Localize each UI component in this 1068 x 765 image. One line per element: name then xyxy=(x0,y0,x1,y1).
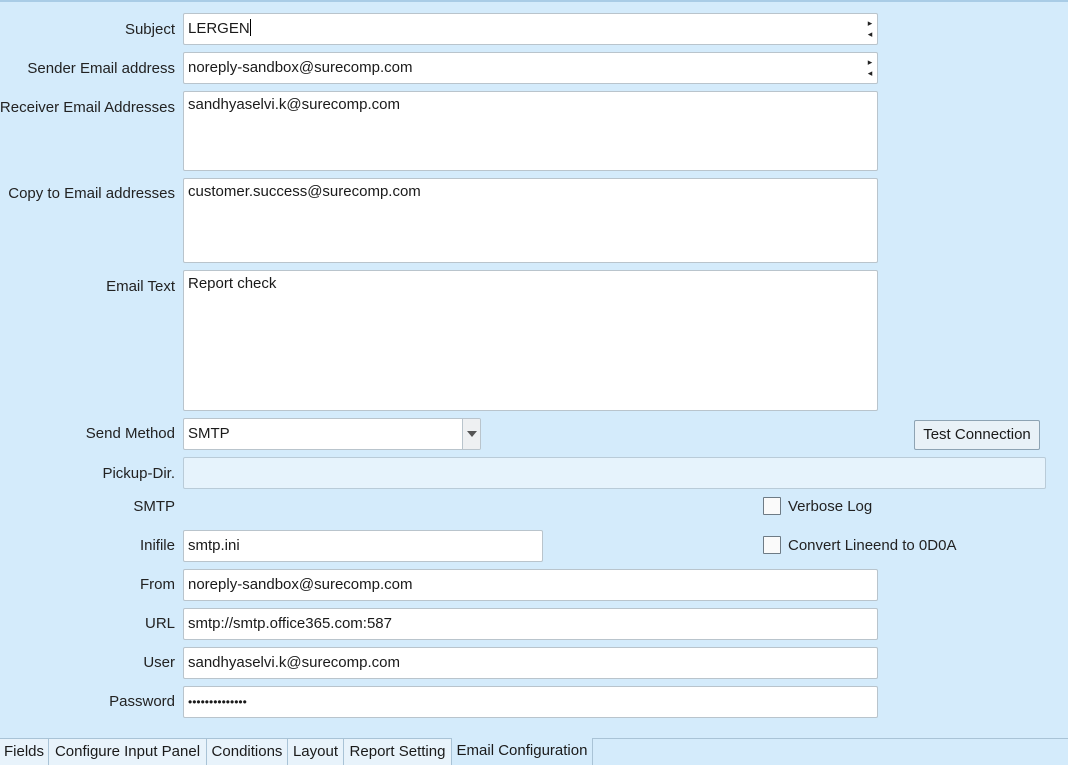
pickup-dir-label: Pickup-Dir. xyxy=(102,465,175,482)
tab-report-setting[interactable]: Report Setting xyxy=(344,739,452,765)
text-cursor xyxy=(249,19,251,36)
email-text-textarea[interactable]: Report check xyxy=(183,270,878,411)
verbose-log-label: Verbose Log xyxy=(788,498,873,515)
receiver-email-textarea[interactable]: sandhyaselvi.k@surecomp.com xyxy=(183,91,878,171)
tab-bar: Fields Configure Input Panel Conditions … xyxy=(0,738,1068,765)
receiver-label: Receiver Email Addresses xyxy=(0,99,175,116)
subject-value: LERGEN xyxy=(188,20,250,37)
tab-email-configuration[interactable]: Email Configuration xyxy=(452,738,593,765)
tab-conditions[interactable]: Conditions xyxy=(207,739,288,765)
chevron-down-icon xyxy=(466,431,477,437)
tab-configure-input-panel[interactable]: Configure Input Panel xyxy=(49,739,207,765)
sender-email-input[interactable]: noreply-sandbox@surecomp.com ▸ ◂ xyxy=(183,52,878,84)
send-method-select[interactable]: SMTP xyxy=(183,418,481,450)
tab-fields[interactable]: Fields xyxy=(0,739,49,765)
send-method-label: Send Method xyxy=(85,425,175,442)
tab-layout[interactable]: Layout xyxy=(288,739,344,765)
sender-label: Sender Email address xyxy=(27,60,175,77)
test-connection-button[interactable]: Test Connection xyxy=(914,420,1040,450)
url-label: URL xyxy=(144,615,175,632)
field-nav-icon[interactable]: ▸ ◂ xyxy=(864,57,876,81)
subject-label: Subject xyxy=(124,21,175,38)
user-label: User xyxy=(143,654,175,671)
subject-input[interactable]: LERGEN ▸ ◂ xyxy=(183,13,878,45)
from-label: From xyxy=(140,576,175,593)
field-nav-icon[interactable]: ▸ ◂ xyxy=(864,18,876,42)
copy-to-label: Copy to Email addresses xyxy=(8,185,175,202)
password-label: Password xyxy=(109,693,175,710)
copy-to-email-textarea[interactable]: customer.success@surecomp.com xyxy=(183,178,878,263)
verbose-log-checkbox[interactable] xyxy=(763,497,781,515)
pickup-dir-input xyxy=(183,457,1046,489)
url-input[interactable]: smtp://smtp.office365.com:587 xyxy=(183,608,878,640)
password-input[interactable]: •••••••••••••• xyxy=(183,686,878,718)
inifile-input[interactable]: smtp.ini xyxy=(183,530,543,562)
top-border xyxy=(0,0,1068,2)
convert-lineend-checkbox[interactable] xyxy=(763,536,781,554)
email-text-label: Email Text xyxy=(106,278,175,295)
send-method-value: SMTP xyxy=(188,425,230,442)
smtp-section-label: SMTP xyxy=(133,498,175,515)
convert-lineend-label: Convert Lineend to 0D0A xyxy=(788,537,957,554)
sender-email-value: noreply-sandbox@surecomp.com xyxy=(188,59,413,76)
dropdown-button[interactable] xyxy=(462,419,480,449)
inifile-label: Inifile xyxy=(139,537,175,554)
from-input[interactable]: noreply-sandbox@surecomp.com xyxy=(183,569,878,601)
user-input[interactable]: sandhyaselvi.k@surecomp.com xyxy=(183,647,878,679)
